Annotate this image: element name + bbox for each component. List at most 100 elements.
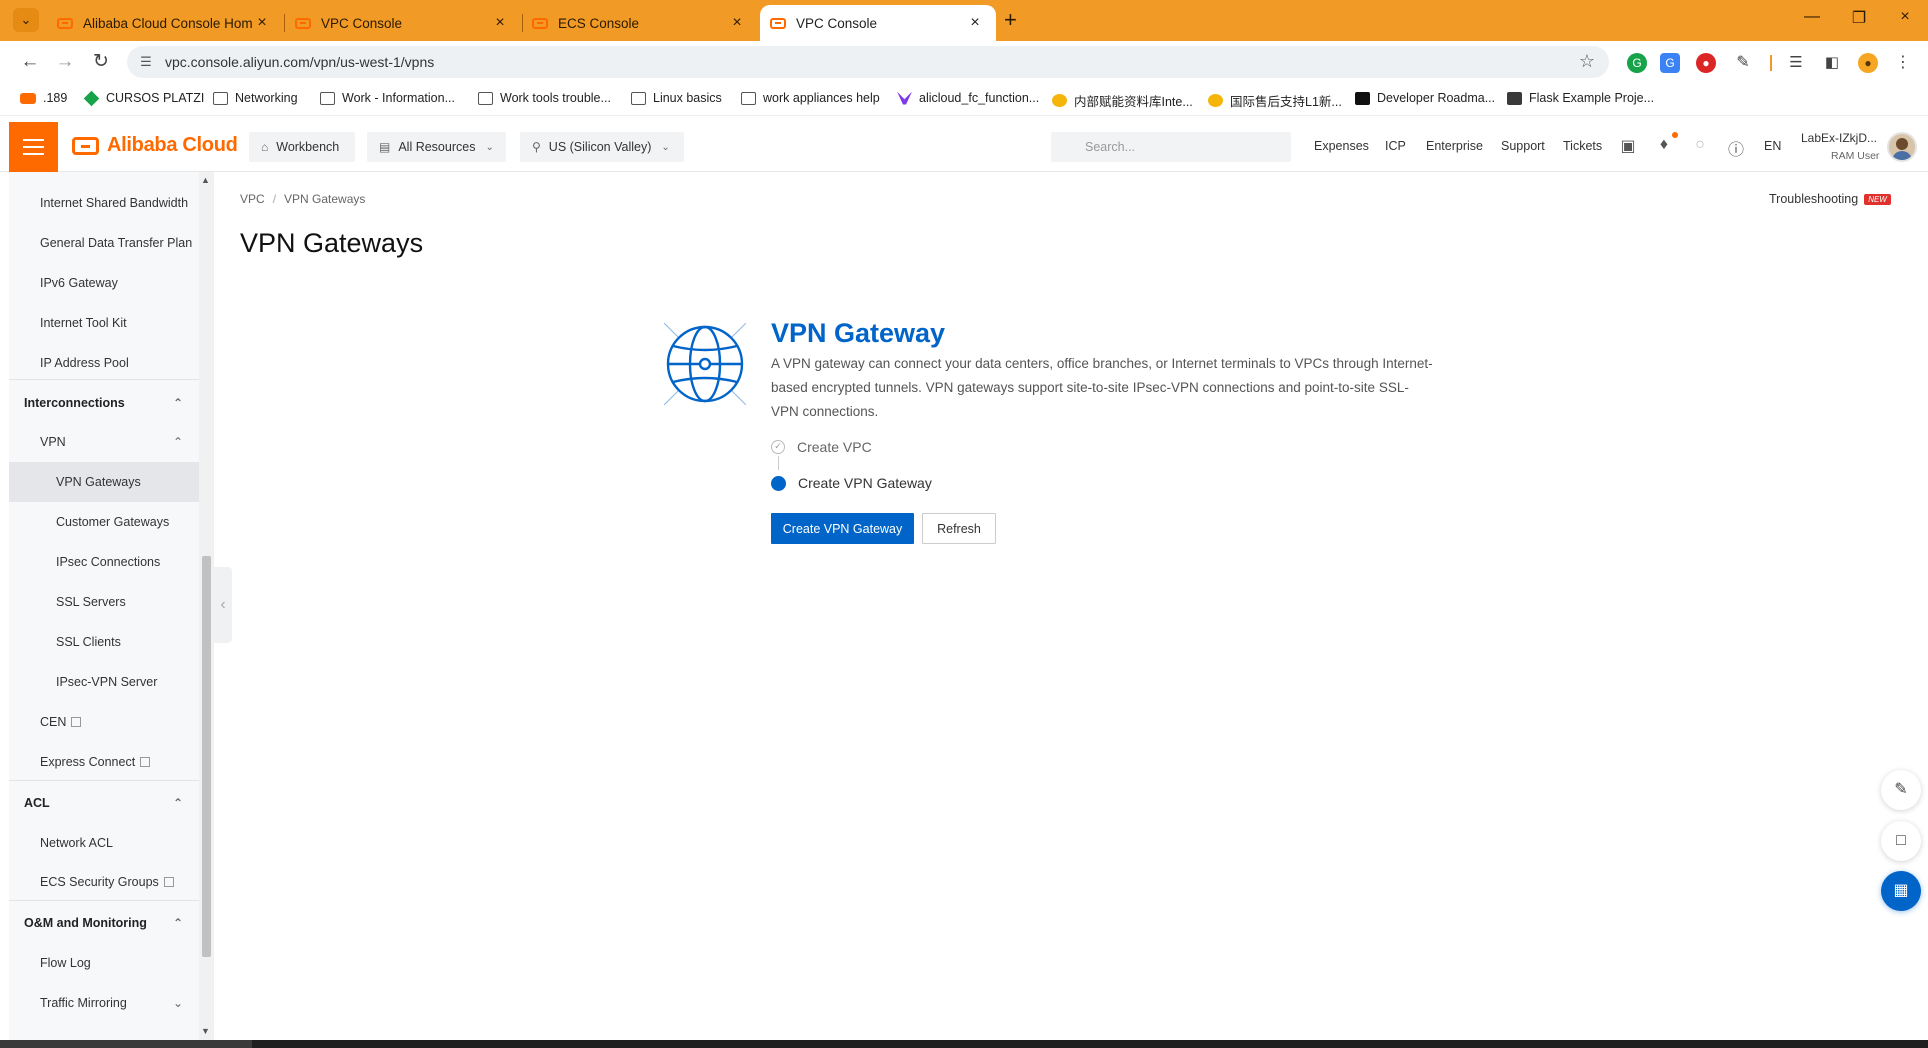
sidebar-item-traffic-mirroring[interactable]: Traffic Mirroring ⌄ <box>9 983 199 1023</box>
refresh-button[interactable]: Refresh <box>922 513 996 544</box>
sidebar-group-om-monitoring[interactable]: O&M and Monitoring ⌃ <box>9 903 199 943</box>
clipboard-edit-icon[interactable]: ✎ <box>1881 770 1921 810</box>
tab-title: Alibaba Cloud Console Home <box>83 15 253 31</box>
language-switch[interactable]: EN <box>1764 139 1781 153</box>
bookmark-item[interactable]: Flask Example Proje... <box>1507 91 1654 105</box>
sidebar-item-cen[interactable]: CEN <box>9 702 199 742</box>
region-selector[interactable]: ⚲ US (Silicon Valley) ⌄ <box>520 132 684 162</box>
bookmark-item[interactable]: CURSOS PLATZI <box>83 90 204 106</box>
browser-tab[interactable]: VPC Console × <box>285 5 521 41</box>
bookmark-item[interactable]: Networking <box>213 91 298 105</box>
menu-hamburger-icon[interactable] <box>9 122 58 172</box>
sidebar-item-internet-tool-kit[interactable]: Internet Tool Kit <box>9 303 199 343</box>
avatar[interactable] <box>1887 132 1917 162</box>
browser-tab[interactable]: Alibaba Cloud Console Home × <box>47 5 283 41</box>
folder-icon <box>741 91 756 105</box>
sidebar-item-flow-log[interactable]: Flow Log <box>9 943 199 983</box>
sidebar-item-ip-address-pool[interactable]: IP Address Pool <box>9 343 199 383</box>
chevron-up-icon: ⌃ <box>172 796 183 810</box>
restore-icon[interactable]: ❐ <box>1844 8 1874 28</box>
window-close-icon[interactable]: × <box>1890 8 1920 26</box>
close-icon[interactable]: × <box>728 14 746 32</box>
sidebar-item-ipsec-connections[interactable]: IPsec Connections <box>9 542 199 582</box>
sidebar-scrollbar-thumb[interactable] <box>202 556 211 957</box>
browser-tab[interactable]: ECS Console × <box>522 5 758 41</box>
sidebar-group-acl[interactable]: ACL ⌃ <box>9 783 199 823</box>
bookmark-item[interactable]: .189 <box>20 91 67 105</box>
adblock-extension-icon[interactable]: ● <box>1696 53 1716 73</box>
back-icon[interactable]: ← <box>18 50 42 74</box>
help-icon[interactable]: ⓘ <box>1726 136 1746 160</box>
user-name[interactable]: LabEx-IZkjD... <box>1801 131 1877 145</box>
sidebar-item-network-acl[interactable]: Network ACL <box>9 823 199 863</box>
new-tab-button[interactable]: + <box>1004 8 1017 32</box>
chevron-up-icon: ⌃ <box>172 435 183 449</box>
url-text[interactable]: vpc.console.aliyun.com/vpn/us-west-1/vpn… <box>165 54 434 70</box>
bookmark-item[interactable]: Work tools trouble... <box>478 91 611 105</box>
sidebar-item-ipsec-vpn-server[interactable]: IPsec-VPN Server <box>9 662 199 702</box>
bookmark-item[interactable]: Work - Information... <box>320 91 455 105</box>
profile-icon[interactable]: ● <box>1858 53 1878 73</box>
bookmark-star-icon[interactable]: ☆ <box>1579 51 1595 72</box>
console-search-input[interactable] <box>1051 132 1291 162</box>
apps-grid-icon[interactable]: ▦ <box>1881 871 1921 911</box>
console-top-nav: Alibaba Cloud ⌂ Workbench ▤ All Resource… <box>0 122 1928 172</box>
reload-icon[interactable]: ↻ <box>89 50 113 74</box>
tickets-link[interactable]: Tickets <box>1563 139 1602 153</box>
sidebar-item-internet-shared-bandwidth[interactable]: Internet Shared Bandwidth <box>9 183 199 223</box>
bookmark-item[interactable]: work appliances help <box>741 91 880 105</box>
reading-list-icon[interactable]: ☰ <box>1786 53 1806 73</box>
address-bar[interactable]: ☰ vpc.console.aliyun.com/vpn/us-west-1/v… <box>127 46 1609 78</box>
browser-tab-active[interactable]: VPC Console × <box>760 5 996 41</box>
create-vpn-gateway-button[interactable]: Create VPN Gateway <box>771 513 914 544</box>
sidebar-item-ssl-servers[interactable]: SSL Servers <box>9 582 199 622</box>
support-link[interactable]: Support <box>1501 139 1545 153</box>
sidebar-item-general-data-transfer-plan[interactable]: General Data Transfer Plan <box>9 223 199 263</box>
cloud-shell-icon[interactable]: ▣ <box>1618 136 1638 156</box>
scroll-down-icon[interactable]: ▼ <box>201 1026 210 1036</box>
sidebar-item-ssl-clients[interactable]: SSL Clients <box>9 622 199 662</box>
icp-link[interactable]: ICP <box>1385 139 1406 153</box>
grammarly-extension-icon[interactable]: G <box>1627 53 1647 73</box>
minimize-icon[interactable]: — <box>1797 8 1827 26</box>
chat-icon[interactable]: □ <box>1881 821 1921 861</box>
close-icon[interactable]: × <box>491 14 509 32</box>
bookmark-item[interactable]: Linux basics <box>631 91 722 105</box>
expenses-link[interactable]: Expenses <box>1314 139 1369 153</box>
forward-icon[interactable]: → <box>53 50 77 74</box>
bell-icon[interactable]: ♦ <box>1654 136 1674 154</box>
all-resources-dropdown[interactable]: ▤ All Resources ⌄ <box>367 132 506 162</box>
sidebar-item-vpn[interactable]: VPN ⌃ <box>9 422 199 462</box>
lightbulb-icon[interactable]: ○ <box>1690 136 1710 154</box>
tab-search-button[interactable]: ⌄ <box>13 8 39 32</box>
alibaba-cloud-logo[interactable]: Alibaba Cloud <box>72 134 238 157</box>
close-icon[interactable]: × <box>253 14 271 32</box>
close-icon[interactable]: × <box>966 14 984 32</box>
sidebar-group-interconnections[interactable]: Interconnections ⌃ <box>9 383 199 423</box>
yuque-icon <box>1052 94 1067 107</box>
sidebar-item-ipv6-gateway[interactable]: IPv6 Gateway <box>9 263 199 303</box>
bookmarks-bar: .189 CURSOS PLATZI Networking Work - Inf… <box>0 83 1928 116</box>
sidebar-item-express-connect[interactable]: Express Connect <box>9 742 199 782</box>
side-panel-icon[interactable]: ◧ <box>1822 53 1842 73</box>
bookmark-item[interactable]: alicloud_fc_function... <box>897 91 1039 105</box>
sidebar-item-vpn-gateways[interactable]: VPN Gateways <box>9 462 199 502</box>
menu-kebab-icon[interactable]: ⋮ <box>1893 53 1913 73</box>
flask-icon <box>1507 91 1522 105</box>
sidebar-item-customer-gateways[interactable]: Customer Gateways <box>9 502 199 542</box>
scroll-up-icon[interactable]: ▲ <box>201 175 210 185</box>
breadcrumb-vpc[interactable]: VPC <box>240 192 265 206</box>
workbench-button[interactable]: ⌂ Workbench <box>249 132 355 162</box>
translate-extension-icon[interactable]: G <box>1660 53 1680 73</box>
sidebar-collapse-handle[interactable]: ‹ <box>214 567 232 643</box>
extensions-puzzle-icon[interactable]: ✎ <box>1733 53 1753 73</box>
enterprise-link[interactable]: Enterprise <box>1426 139 1483 153</box>
breadcrumb: VPC / VPN Gateways <box>240 192 366 206</box>
chevron-up-icon: ⌃ <box>172 396 183 410</box>
bookmark-item[interactable]: Developer Roadma... <box>1355 91 1495 105</box>
troubleshooting-link[interactable]: Troubleshooting NEW <box>1769 192 1891 206</box>
sidebar-item-ecs-security-groups[interactable]: ECS Security Groups <box>9 862 199 902</box>
bookmark-item[interactable]: 内部赋能资料库Inte... <box>1052 91 1193 110</box>
site-info-icon[interactable]: ☰ <box>137 53 155 71</box>
bookmark-item[interactable]: 国际售后支持L1新... <box>1208 91 1342 110</box>
